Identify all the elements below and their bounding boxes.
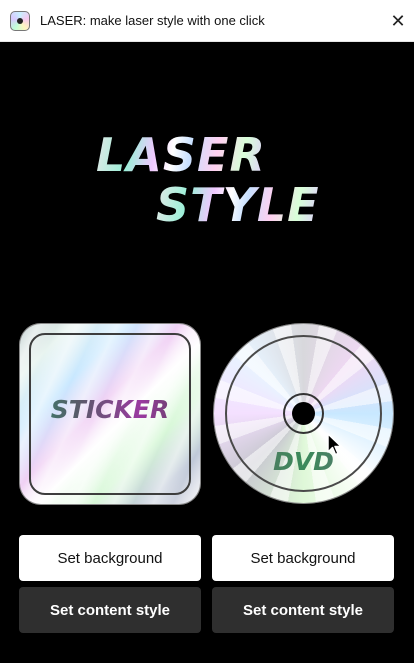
hero-title-line-2: STYLE bbox=[156, 178, 320, 232]
dvd-preview: DVD bbox=[213, 323, 394, 504]
sticker-label: STICKER bbox=[19, 395, 201, 424]
close-icon[interactable]: ✕ bbox=[388, 11, 408, 31]
hero-title: LASER STYLE bbox=[0, 128, 414, 238]
sticker-preview: STICKER bbox=[19, 323, 201, 505]
sticker-set-content-style-button[interactable]: Set content style bbox=[19, 587, 201, 633]
window-title: LASER: make laser style with one click bbox=[40, 13, 265, 28]
dvd-center-hole bbox=[292, 402, 315, 425]
dvd-label: DVD bbox=[213, 447, 394, 476]
sticker-set-background-button[interactable]: Set background bbox=[19, 535, 201, 581]
mouse-cursor-icon bbox=[327, 433, 342, 456]
dvd-set-background-button[interactable]: Set background bbox=[212, 535, 394, 581]
dvd-set-content-style-button[interactable]: Set content style bbox=[212, 587, 394, 633]
hero-title-line-1: LASER bbox=[96, 128, 266, 182]
plugin-panel: LASER STYLE STICKER DVD Set background S… bbox=[0, 43, 414, 663]
window-titlebar: LASER: make laser style with one click ✕ bbox=[0, 0, 414, 42]
laser-disc-icon bbox=[10, 10, 30, 31]
